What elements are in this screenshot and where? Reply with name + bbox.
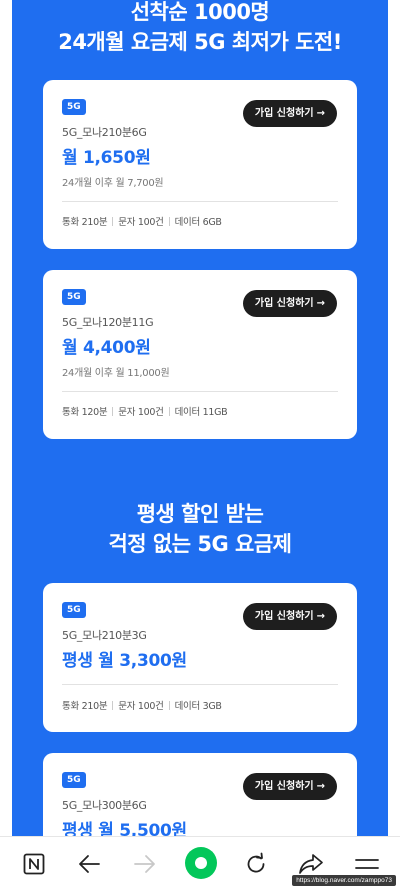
plan-price: 월 1,650원 xyxy=(62,148,151,168)
join-button-label: 가입 신청하기 xyxy=(254,611,314,622)
spec-separator xyxy=(168,407,170,416)
heading-line: 평생 할인 받는 xyxy=(136,502,264,526)
divider xyxy=(62,684,338,685)
join-button[interactable]: 가입 신청하기 → xyxy=(242,773,337,800)
5g-badge: 5G xyxy=(62,602,86,618)
spec-separator xyxy=(168,701,170,710)
spec-separator xyxy=(112,217,114,226)
forward-arrow-icon[interactable] xyxy=(130,849,160,879)
plan-specs: 통화 210분 문자 100건 데이터 6GB xyxy=(62,214,222,228)
join-button-label: 가입 신청하기 xyxy=(254,298,314,309)
join-button[interactable]: 가입 신청하기 → xyxy=(242,603,337,630)
plan-card: 5G 가입 신청하기 → 5G_모나210분3G 평생 월 3,300원 통화 2… xyxy=(43,583,357,732)
spec-data: 데이터 11GB xyxy=(174,407,228,418)
plan-name: 5G_모나210분6G xyxy=(62,126,147,139)
back-arrow-icon[interactable] xyxy=(74,849,104,879)
spec-separator xyxy=(168,217,170,226)
join-button[interactable]: 가입 신청하기 → xyxy=(242,100,337,127)
plan-name: 5G_모나210분3G xyxy=(62,629,147,642)
section-heading-lifetime-discount: 평생 할인 받는 걱정 없는 5G 요금제 xyxy=(12,499,388,559)
arrow-right-icon: → xyxy=(316,108,325,119)
spec-call: 통화 120분 xyxy=(62,407,108,418)
page: 선착순 1000명 24개월 요금제 5G 최저가 도전! 5G 가입 신청하기… xyxy=(0,0,400,836)
plan-after-price: 24개월 이후 월 7,700원 xyxy=(62,178,164,189)
plan-name: 5G_모나300분6G xyxy=(62,799,147,812)
url-tooltip: https://blog.naver.com/zamppo73 xyxy=(292,875,396,886)
divider xyxy=(62,201,338,202)
spec-call: 통화 210분 xyxy=(62,217,108,228)
plan-card: 5G 가입 신청하기 → 5G_모나210분6G 월 1,650원 24개월 이후… xyxy=(43,80,357,249)
join-button[interactable]: 가입 신청하기 → xyxy=(242,290,337,317)
join-button-label: 가입 신청하기 xyxy=(254,108,314,119)
join-button-label: 가입 신청하기 xyxy=(254,781,314,792)
arrow-right-icon: → xyxy=(316,781,325,792)
divider xyxy=(62,391,338,392)
spec-data: 데이터 3GB xyxy=(174,701,222,712)
plan-specs: 통화 210분 문자 100건 데이터 3GB xyxy=(62,698,222,712)
spec-call: 통화 210분 xyxy=(62,701,108,712)
spec-sms: 문자 100건 xyxy=(118,407,164,418)
arrow-right-icon: → xyxy=(316,298,325,309)
plan-name: 5G_모나120분11G xyxy=(62,316,154,329)
heading-line: 선착순 1000명 xyxy=(130,0,270,24)
spec-separator xyxy=(112,407,114,416)
plan-price: 평생 월 3,300원 xyxy=(62,651,187,671)
arrow-right-icon: → xyxy=(316,611,325,622)
5g-badge: 5G xyxy=(62,772,86,788)
section-heading-lowest-price: 선착순 1000명 24개월 요금제 5G 최저가 도전! xyxy=(12,0,388,57)
heading-line: 걱정 없는 5G 요금제 xyxy=(108,532,292,556)
5g-badge: 5G xyxy=(62,99,86,115)
plan-price: 월 4,400원 xyxy=(62,338,151,358)
plan-price: 평생 월 5,500원 xyxy=(62,821,187,836)
promo-panel: 선착순 1000명 24개월 요금제 5G 최저가 도전! 5G 가입 신청하기… xyxy=(12,0,388,836)
refresh-icon[interactable] xyxy=(241,849,271,879)
5g-badge: 5G xyxy=(62,289,86,305)
plan-after-price: 24개월 이후 월 11,000원 xyxy=(62,368,170,379)
green-dot-icon[interactable] xyxy=(184,846,218,880)
spec-sms: 문자 100건 xyxy=(118,217,164,228)
plan-card: 5G 가입 신청하기 → 5G_모나300분6G 평생 월 5,500원 xyxy=(43,753,357,836)
plan-specs: 통화 120분 문자 100건 데이터 11GB xyxy=(62,404,228,418)
heading-line: 24개월 요금제 5G 최저가 도전! xyxy=(58,30,342,54)
naver-home-icon[interactable] xyxy=(19,849,49,879)
spec-data: 데이터 6GB xyxy=(174,217,222,228)
browser-bottom-nav: https://blog.naver.com/zamppo73 xyxy=(0,836,400,890)
spec-sms: 문자 100건 xyxy=(118,701,164,712)
spec-separator xyxy=(112,701,114,710)
plan-card: 5G 가입 신청하기 → 5G_모나120분11G 월 4,400원 24개월 이… xyxy=(43,270,357,439)
